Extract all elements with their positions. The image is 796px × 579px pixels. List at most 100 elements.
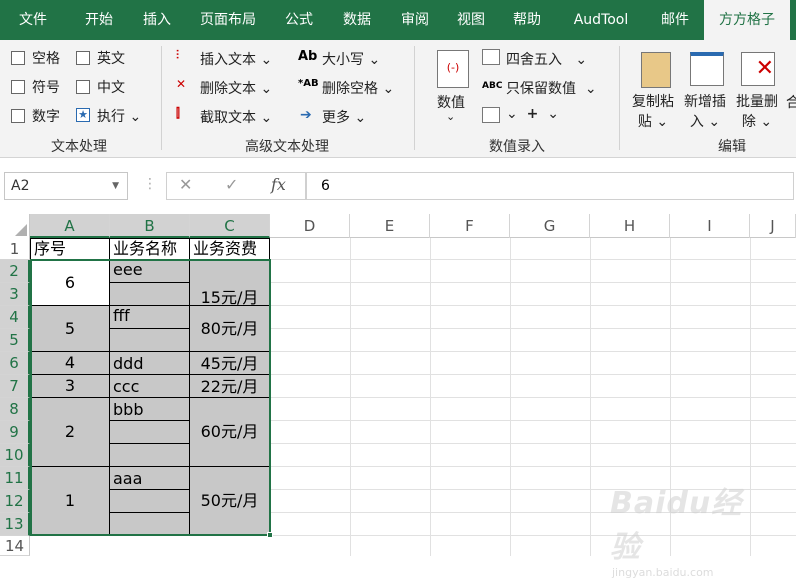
column-header-h[interactable]: H — [590, 214, 670, 238]
tab-page-layout[interactable]: 页面布局 — [188, 0, 268, 40]
row-header-3[interactable]: 3 — [0, 283, 30, 306]
row-header-11[interactable]: 11 — [0, 467, 30, 490]
row-header-6[interactable]: 6 — [0, 352, 30, 375]
tab-formulas[interactable]: 公式 — [268, 0, 330, 40]
round-button[interactable]: 四舍五入 ⌄ — [506, 49, 587, 69]
row-headers: 1 2 3 4 5 6 7 8 9 10 11 12 13 14 — [0, 238, 30, 556]
cell-c1[interactable]: 业务资费 — [189, 238, 270, 260]
cell-a4-merged[interactable]: 5 — [30, 305, 110, 352]
column-header-j[interactable]: J — [750, 214, 796, 238]
row-header-9[interactable]: 9 — [0, 421, 30, 444]
delete-space-button[interactable]: 删除空格 ⌄ — [322, 78, 394, 98]
row-header-7[interactable]: 7 — [0, 375, 30, 398]
row-header-10[interactable]: 10 — [0, 444, 30, 467]
execute-button[interactable]: 执行 ⌄ — [97, 106, 141, 126]
cut-text-button[interactable]: 截取文本 ⌄ — [200, 107, 272, 127]
tab-insert[interactable]: 插入 — [124, 0, 190, 40]
cell-c11-merged[interactable]: 50元/月 — [189, 466, 270, 536]
tab-file[interactable]: 文件 — [0, 0, 66, 40]
insert-function-icon[interactable]: fx — [271, 175, 286, 194]
delete-text-button[interactable]: 删除文本 ⌄ — [200, 78, 272, 98]
select-all-button[interactable] — [0, 214, 30, 238]
enter-icon[interactable]: ✓ — [225, 175, 238, 194]
drag-handle-icon[interactable]: ⋮ — [143, 176, 157, 192]
tab-view[interactable]: 视图 — [440, 0, 502, 40]
chinese-checkbox[interactable] — [76, 80, 90, 94]
cell-b6[interactable]: ddd — [109, 351, 190, 375]
row-header-2[interactable]: 2 — [0, 260, 30, 283]
cell-a1[interactable]: 序号 — [30, 238, 110, 260]
tab-home[interactable]: 开始 — [66, 0, 132, 40]
formula-input[interactable]: 6 — [306, 172, 794, 200]
cell-c8-merged[interactable]: 60元/月 — [189, 397, 270, 467]
row-header-14[interactable]: 14 — [0, 536, 30, 556]
edit-cells-dropdown[interactable]: ⌄ + ⌄ — [506, 106, 559, 122]
tab-help[interactable]: 帮助 — [496, 0, 558, 40]
tab-fangfang-gezi[interactable]: 方方格子 — [704, 0, 790, 40]
english-checkbox[interactable] — [76, 51, 90, 65]
row-header-5[interactable]: 5 — [0, 329, 30, 352]
edit-cells-icon[interactable] — [482, 107, 500, 123]
number-entry-button[interactable]: 数值 — [437, 92, 465, 112]
insert-text-button[interactable]: 插入文本 ⌄ — [200, 49, 272, 69]
cell-a11-merged[interactable]: 1 — [30, 466, 110, 536]
row-header-13[interactable]: 13 — [0, 513, 30, 536]
fill-handle[interactable] — [267, 532, 273, 538]
cell-a6[interactable]: 4 — [30, 351, 110, 375]
cancel-icon[interactable]: ✕ — [179, 175, 192, 194]
cell-c2-merged[interactable]: 15元/月 — [189, 259, 270, 306]
keep-value-button[interactable]: 只保留数值 ⌄ — [506, 78, 597, 98]
row-header-4[interactable]: 4 — [0, 306, 30, 329]
cell-a2-merged[interactable]: 6 — [30, 259, 110, 306]
round-icon — [482, 49, 500, 65]
tab-data[interactable]: 数据 — [326, 0, 388, 40]
space-checkbox[interactable] — [11, 51, 25, 65]
tab-review[interactable]: 审阅 — [384, 0, 446, 40]
batch-delete-icon: ✕ — [741, 52, 775, 86]
chevron-down-icon[interactable]: ▼ — [112, 173, 119, 199]
column-header-e[interactable]: E — [350, 214, 430, 238]
more-button[interactable]: 更多 ⌄ — [322, 107, 366, 127]
batch-delete-button[interactable]: 批量删除 ⌄ — [736, 92, 778, 132]
name-box[interactable]: A2 ▼ — [4, 172, 128, 200]
cell-c6[interactable]: 45元/月 — [189, 351, 270, 375]
cell-a7[interactable]: 3 — [30, 374, 110, 398]
cell-b12[interactable] — [109, 489, 190, 513]
cell-b10[interactable] — [109, 443, 190, 467]
cell-b3[interactable] — [109, 282, 190, 306]
digit-checkbox[interactable] — [11, 109, 25, 123]
tab-audtool[interactable]: AudTool — [558, 0, 644, 40]
cell-c7[interactable]: 22元/月 — [189, 374, 270, 398]
cell-b11[interactable]: aaa — [109, 466, 190, 490]
cell-b4[interactable]: fff — [109, 305, 190, 329]
copy-paste-button[interactable]: 复制粘贴 ⌄ — [632, 92, 674, 132]
tab-mail[interactable]: 邮件 — [646, 0, 704, 40]
cell-b2[interactable]: eee — [109, 259, 190, 283]
column-header-g[interactable]: G — [510, 214, 590, 238]
column-header-i[interactable]: I — [670, 214, 750, 238]
group-label-number-entry: 数值录入 — [489, 139, 545, 155]
merge-button[interactable]: 合 — [786, 92, 796, 112]
cell-b5[interactable] — [109, 328, 190, 352]
row-header-12[interactable]: 12 — [0, 490, 30, 513]
column-header-a[interactable]: A — [30, 214, 110, 238]
row-header-1[interactable]: 1 — [0, 238, 30, 260]
cell-b9[interactable] — [109, 420, 190, 444]
new-insert-button[interactable]: 新增插入 ⌄ — [684, 92, 726, 132]
case-button[interactable]: 大小写 ⌄ — [322, 49, 380, 69]
column-header-d[interactable]: D — [270, 214, 350, 238]
cell-c4-merged[interactable]: 80元/月 — [189, 305, 270, 352]
row-header-8[interactable]: 8 — [0, 398, 30, 421]
cell-a8-merged[interactable]: 2 — [30, 397, 110, 467]
cell-b13[interactable] — [109, 512, 190, 536]
column-header-b[interactable]: B — [110, 214, 190, 238]
cell-b8[interactable]: bbb — [109, 397, 190, 421]
column-header-f[interactable]: F — [430, 214, 510, 238]
chinese-label: 中文 — [97, 80, 125, 96]
worksheet-grid[interactable]: 序号 业务名称 业务资费 6 5 4 3 2 1 eee fff ddd ccc… — [30, 238, 796, 556]
cell-b7[interactable]: ccc — [109, 374, 190, 398]
watermark-url: jingyan.baidu.com — [612, 566, 714, 579]
symbol-checkbox[interactable] — [11, 80, 25, 94]
column-header-c[interactable]: C — [190, 214, 270, 238]
cell-b1[interactable]: 业务名称 — [109, 238, 190, 260]
